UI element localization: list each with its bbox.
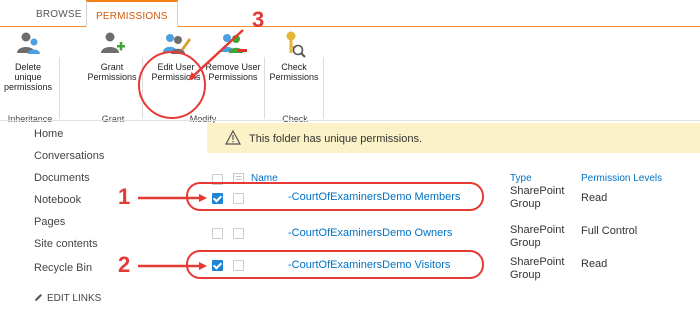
highlight-circle-edit-permissions <box>138 51 206 119</box>
annotation-overlay <box>138 29 244 270</box>
arrow-to-edit-permissions <box>188 29 244 81</box>
tab-permissions[interactable]: PERMISSIONS <box>86 0 178 27</box>
